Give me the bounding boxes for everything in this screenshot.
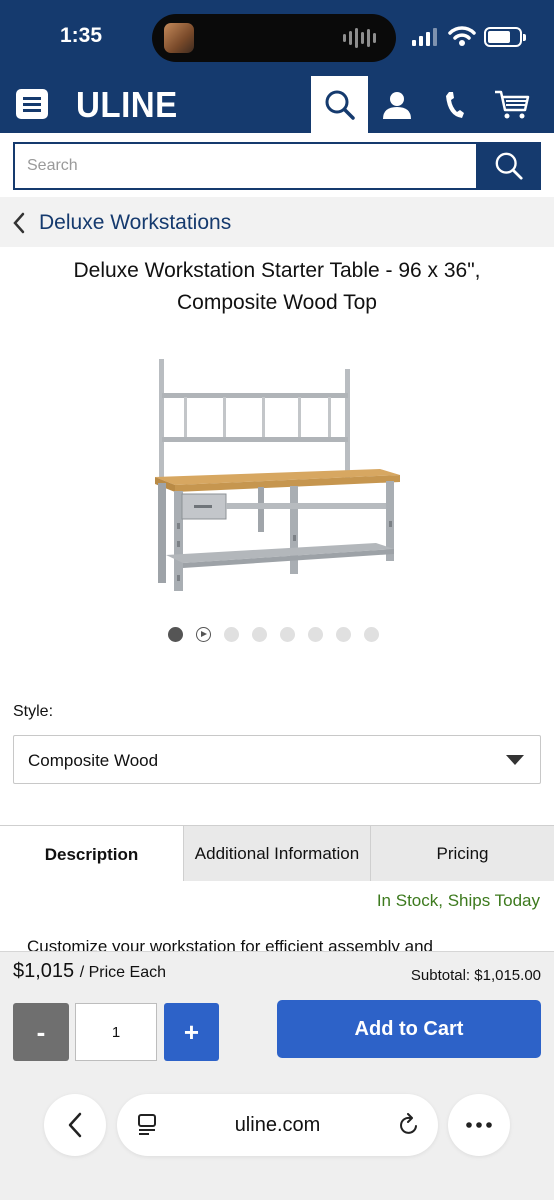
- cart-button[interactable]: [490, 76, 534, 133]
- product-image[interactable]: [140, 345, 410, 605]
- product-title-line2: Composite Wood Top: [176, 291, 377, 314]
- tab-description[interactable]: Description: [0, 826, 183, 883]
- reload-icon[interactable]: [398, 1113, 420, 1137]
- search-input[interactable]: [13, 142, 476, 190]
- site-header: ULINE: [0, 76, 554, 133]
- quantity-increase-button[interactable]: +: [164, 1003, 219, 1061]
- browser-more-button[interactable]: [448, 1094, 510, 1156]
- style-label: Style:: [13, 703, 54, 720]
- wifi-icon: [448, 26, 476, 46]
- search-row: [0, 133, 554, 197]
- user-icon: [383, 91, 411, 119]
- product-tabs: Description Additional Information Prici…: [0, 825, 554, 883]
- signal-icon: [412, 28, 437, 46]
- price-unit: / Price Each: [79, 964, 166, 981]
- subtotal: Subtotal: $1,015.00: [410, 967, 541, 984]
- caret-down-icon: [506, 755, 524, 765]
- phone-button[interactable]: [436, 76, 472, 133]
- product-title-line1: Deluxe Workstation Starter Table - 96 x …: [73, 259, 481, 282]
- carousel-dot-6[interactable]: [308, 627, 323, 642]
- carousel-dot-5[interactable]: [280, 627, 295, 642]
- carousel-dot-7[interactable]: [336, 627, 351, 642]
- browser-address-bar[interactable]: uline.com: [117, 1094, 438, 1156]
- price-value: $1,015: [13, 960, 75, 982]
- cart-icon: [495, 90, 530, 118]
- dynamic-island[interactable]: [152, 14, 396, 62]
- carousel-dot-8[interactable]: [364, 627, 379, 642]
- status-bar: 1:35: [0, 0, 554, 76]
- price: $1,015 / Price Each: [13, 960, 166, 983]
- tab-pricing[interactable]: Pricing: [370, 826, 554, 881]
- browser-back-button[interactable]: [44, 1094, 106, 1156]
- cart-bar: $1,015 / Price Each Subtotal: $1,015.00 …: [0, 951, 554, 1200]
- carousel-dot-1[interactable]: [168, 627, 183, 642]
- hamburger-icon[interactable]: [16, 89, 48, 119]
- search-icon: [495, 152, 523, 180]
- carousel-video-dot[interactable]: [196, 627, 211, 642]
- audio-wave-icon: [343, 26, 376, 50]
- tab-additional-information[interactable]: Additional Information: [183, 826, 370, 881]
- status-time: 1:35: [60, 24, 103, 47]
- quantity-input[interactable]: [75, 1003, 157, 1061]
- image-carousel-dots: [168, 627, 379, 642]
- quantity-decrease-button[interactable]: -: [13, 1003, 69, 1061]
- style-select[interactable]: Composite Wood: [13, 735, 541, 784]
- battery-icon: [484, 27, 526, 47]
- top-band: 1:35 ULINE: [0, 0, 554, 133]
- uline-logo[interactable]: ULINE: [76, 84, 178, 126]
- account-button[interactable]: [376, 76, 418, 133]
- add-to-cart-button[interactable]: Add to Cart: [277, 1000, 541, 1058]
- more-icon: [466, 1122, 492, 1128]
- breadcrumb-label[interactable]: Deluxe Workstations: [39, 211, 231, 235]
- carousel-dot-3[interactable]: [224, 627, 239, 642]
- chevron-left-icon: [68, 1112, 82, 1138]
- carousel-dot-4[interactable]: [252, 627, 267, 642]
- product-title: Deluxe Workstation Starter Table - 96 x …: [20, 255, 534, 319]
- breadcrumb[interactable]: Deluxe Workstations: [0, 197, 554, 247]
- search-submit-button[interactable]: [476, 142, 541, 190]
- chevron-left-icon: [13, 212, 25, 234]
- header-search-button[interactable]: [311, 76, 368, 133]
- now-playing-artwork: [164, 23, 194, 53]
- url-text: uline.com: [234, 1114, 321, 1136]
- search-icon: [325, 90, 355, 120]
- stock-status: In Stock, Ships Today: [376, 891, 540, 910]
- style-selected-value: Composite Wood: [28, 751, 159, 770]
- phone-icon: [446, 91, 464, 118]
